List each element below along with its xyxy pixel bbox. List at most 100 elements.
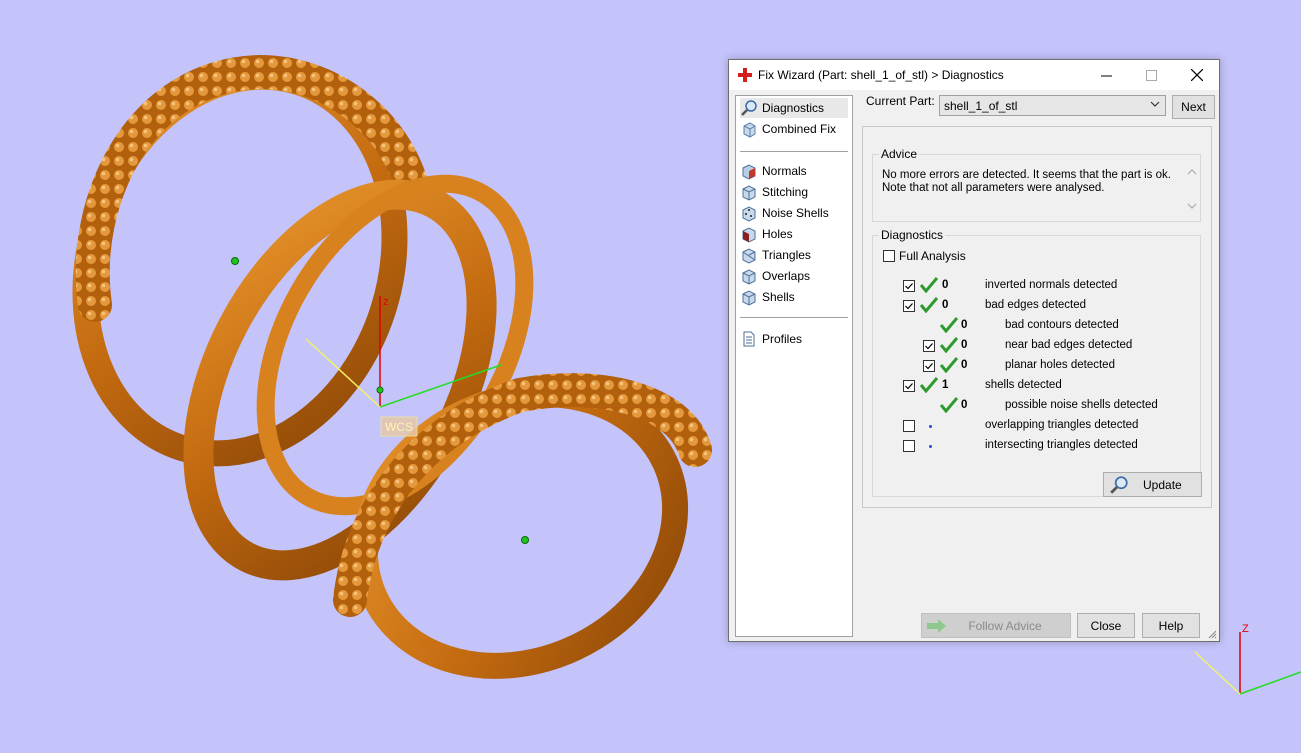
fix-wizard-dialog: Fix Wizard (Part: shell_1_of_stl) > Diag… <box>728 59 1220 642</box>
row-checkbox[interactable] <box>923 360 935 372</box>
row-checkbox[interactable] <box>903 440 915 452</box>
title-bar[interactable]: Fix Wizard (Part: shell_1_of_stl) > Diag… <box>729 60 1219 90</box>
row-text: planar holes detected <box>1005 359 1115 371</box>
maximize-button[interactable] <box>1129 60 1174 90</box>
row-text: bad contours detected <box>1005 319 1119 331</box>
green-check-icon <box>920 377 938 393</box>
current-part-value: shell_1_of_stl <box>944 99 1018 113</box>
corner-axis-z-label: Z <box>1242 623 1249 635</box>
green-check-icon <box>940 317 958 333</box>
update-label: Update <box>1143 477 1182 492</box>
checkmark-icon <box>925 363 933 370</box>
row-count: 0 <box>961 359 968 371</box>
medical-cross-icon <box>738 68 752 82</box>
nav-item-label: Normals <box>762 164 807 178</box>
close-window-button[interactable] <box>1174 60 1219 90</box>
green-check-icon <box>940 357 958 373</box>
nav-item-diagnostics[interactable]: Diagnostics <box>740 98 848 118</box>
pivot-point[interactable] <box>521 536 529 544</box>
shells-cube-icon <box>742 290 756 306</box>
row-checkbox[interactable] <box>903 420 915 432</box>
follow-advice-button[interactable]: Follow Advice <box>921 613 1071 638</box>
checkmark-icon <box>905 303 913 310</box>
nav-item-label: Shells <box>762 290 795 304</box>
minimize-button[interactable] <box>1084 60 1129 90</box>
full-analysis-checkbox[interactable] <box>883 250 895 262</box>
row-checkbox[interactable] <box>923 340 935 352</box>
row-checkbox[interactable] <box>903 380 915 392</box>
document-icon <box>743 331 755 347</box>
row-checkbox[interactable] <box>903 300 915 312</box>
row-text: near bad edges detected <box>1005 339 1133 351</box>
nav-item-shells[interactable]: Shells <box>740 287 795 307</box>
nav-item-label: Profiles <box>762 332 803 346</box>
row-count: 1 <box>942 379 949 391</box>
nav-item-label: Noise Shells <box>762 206 829 220</box>
cube-icon <box>743 122 756 138</box>
advice-group: Advice No more errors are detected. It s… <box>872 147 1201 222</box>
green-check-icon <box>920 297 938 313</box>
pending-dot-icon <box>929 425 932 428</box>
row-count: 0 <box>961 399 968 411</box>
wizard-nav: Diagnostics Combined Fix Normals Stitchi… <box>735 95 853 637</box>
row-text: intersecting triangles detected <box>985 439 1138 451</box>
nav-separator <box>740 317 848 318</box>
nav-item-overlaps[interactable]: Overlaps <box>740 266 810 286</box>
maximize-icon <box>1146 69 1157 81</box>
diagnostics-title: Diagnostics <box>879 228 946 242</box>
row-count: 0 <box>961 319 968 331</box>
row-text: possible noise shells detected <box>1005 399 1158 411</box>
magnifier-icon <box>1110 475 1128 494</box>
advice-text: No more errors are detected. It seems th… <box>882 169 1196 215</box>
advice-line-2: Note that not all parameters were analys… <box>882 182 1105 194</box>
nav-item-label: Combined Fix <box>762 122 837 136</box>
diagnostics-group: Diagnostics Full Analysis 0 inverted nor… <box>872 228 1202 497</box>
row-count: 0 <box>942 279 949 291</box>
row-count: 0 <box>942 299 949 311</box>
nav-item-label: Triangles <box>762 248 811 262</box>
nav-item-triangles[interactable]: Triangles <box>740 245 811 265</box>
full-analysis-label: Full Analysis <box>899 249 966 263</box>
row-text: overlapping triangles detected <box>985 419 1139 431</box>
current-part-label: Current Part: <box>866 94 935 108</box>
checkmark-icon <box>925 343 933 350</box>
advice-scrollbar[interactable] <box>1184 165 1200 213</box>
nav-item-profiles[interactable]: Profiles <box>740 329 802 349</box>
stitching-cube-icon <box>742 185 756 201</box>
resize-grip-icon[interactable] <box>1207 629 1217 639</box>
help-button[interactable]: Help <box>1142 613 1200 638</box>
overlaps-cube-icon <box>742 269 756 285</box>
nav-item-label: Holes <box>762 227 793 241</box>
pending-dot-icon <box>929 445 932 448</box>
green-check-icon <box>940 337 958 353</box>
nav-item-stitching[interactable]: Stitching <box>740 182 808 202</box>
green-check-icon <box>940 397 958 413</box>
nav-separator <box>740 151 848 152</box>
diagnostics-panel: Advice No more errors are detected. It s… <box>862 126 1212 508</box>
next-button[interactable]: Next <box>1172 95 1215 119</box>
row-count: 0 <box>961 339 968 351</box>
dialog-title: Fix Wizard (Part: shell_1_of_stl) > Diag… <box>758 68 1004 82</box>
nav-item-noise-shells[interactable]: Noise Shells <box>740 203 829 223</box>
nav-item-label: Diagnostics <box>762 101 825 115</box>
axis-z-label: z <box>383 296 389 308</box>
update-button[interactable]: Update <box>1103 472 1202 497</box>
row-text: bad edges detected <box>985 299 1087 311</box>
nav-item-holes[interactable]: Holes <box>740 224 793 244</box>
follow-advice-label: Follow Advice <box>968 618 1042 633</box>
checkmark-icon <box>905 383 913 390</box>
close-button[interactable]: Close <box>1077 613 1135 638</box>
row-checkbox[interactable] <box>903 280 915 292</box>
nav-item-normals[interactable]: Normals <box>740 161 807 181</box>
pivot-point[interactable] <box>231 257 239 265</box>
chevron-down-icon <box>1150 101 1160 107</box>
current-part-select[interactable]: shell_1_of_stl <box>939 95 1166 116</box>
minimize-icon <box>1101 75 1112 76</box>
noise-cube-icon <box>742 206 756 222</box>
advice-line-1: No more errors are detected. It seems th… <box>882 169 1171 181</box>
magnifier-icon <box>741 100 757 116</box>
nav-item-combined-fix[interactable]: Combined Fix <box>740 119 836 139</box>
row-text: shells detected <box>985 379 1062 391</box>
nav-item-label: Stitching <box>762 185 809 199</box>
checkmark-icon <box>905 283 913 290</box>
